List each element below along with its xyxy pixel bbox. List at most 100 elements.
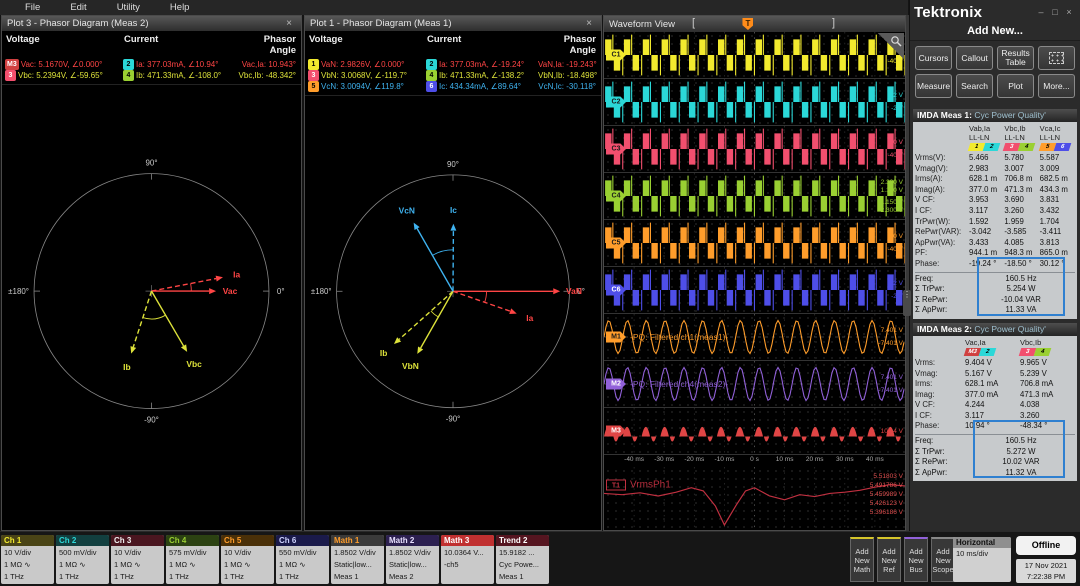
channel-card-ch2[interactable]: Ch 2 500 mV/div 1 MΩ ∿ 1 THz [56,535,109,584]
waveform-row-c2: C2 2 V -2 V [604,79,905,126]
scale-label: -1.150 V [878,199,903,206]
minimize-icon[interactable]: – [1034,7,1048,17]
add-new-ref-button[interactable]: Add New Ref [877,537,901,582]
channel-card-ch6[interactable]: Ch 6 550 mV/div 1 MΩ ∿ 1 THz [276,535,329,584]
meas-row: Imag: 377.0 mA 471.3 mA [915,390,1075,401]
channel-card-ch3[interactable]: Ch 3 10 V/div 1 MΩ ∿ 1 THz [111,535,164,584]
meas-row: V CF: 3.953 3.690 3.831 [915,195,1075,206]
meas-column-header: Vca,Ic LL-LN 5 6 [1038,124,1075,153]
meas1-header[interactable]: IMDA Meas 1: Cyc Power Quality' [913,109,1077,122]
source-badge: 2 [123,59,134,70]
callout-button[interactable]: Callout [956,46,994,70]
trigger-marker-icon[interactable]: T [742,18,754,30]
meas-row-label: Vmag(V): [915,163,948,173]
splitter-handle[interactable]: ⋮ [903,290,911,316]
imda-meas1-card: IMDA Meas 1: Cyc Power Quality' Vab,Ia LL-… [913,109,1077,319]
meas-value: 471.3 mA [1020,389,1054,399]
plot3-phasor-panel: Plot 3 - Phasor Diagram (Meas 2) × Voltage… [1,15,302,531]
trend-scale-label: 5.426123 V [869,500,903,507]
svg-text:Ia: Ia [526,313,533,323]
meas-value: 5.466 [969,153,989,162]
channel-card-ch5[interactable]: Ch 5 10 V/div 1 MΩ ∿ 1 THz [221,535,274,584]
scale-label: -2.300 V [878,207,903,214]
waveform-trace-c6 [605,267,905,313]
meas2-header[interactable]: IMDA Meas 2: Cyc Power Quality' [913,322,1077,336]
add-new-math-button[interactable]: Add New Math [850,537,874,582]
channel-card-math2[interactable]: Math 2 1.8502 V/div Static|low... Meas 2 [386,535,439,584]
plot1-titlebar: Plot 1 - Phasor Diagram (Meas 1) × [305,16,601,31]
meas2-title-bold: IMDA Meas 2: [917,323,972,334]
trend-scale-label: 5.51803 V [873,473,903,480]
channel-card-trend2[interactable]: Trend 2 15.9182 ... Cyc Powe... Meas 1 [496,535,549,584]
channel-card-body: 1.8502 V/div Static|low... Meas 2 [386,546,439,584]
summary-value: 11.33 VA [1005,305,1037,315]
legend-header: Voltage [6,34,40,45]
cursors-button[interactable]: Cursors [915,46,953,70]
horizontal-scale: 10 ms/div [956,549,989,558]
horizontal-card[interactable]: Horizontal 10 ms/div [953,537,1011,582]
channel-setting: Meas 1 [499,572,524,581]
close-icon[interactable]: × [1062,7,1076,17]
add-button-line: Math [853,564,871,574]
scale-label: -20 V [887,139,903,146]
time-axis: -40 ms -30 ms -20 ms -10 ms 0 s 10 ms 20 ms 30 … [604,455,905,467]
legend-value: Ib: 471.33mA, ∠-108.0° [136,71,222,80]
meas-value: 4.244 [965,400,985,410]
zoom-bracket-left[interactable]: [ [692,17,695,29]
scale-label: -7.401 V [878,387,903,394]
menu-item-utility[interactable]: Utility [102,2,155,13]
more--button[interactable]: More... [1038,74,1075,98]
menu-item-help[interactable]: Help [155,2,205,13]
source-badge-pair: 34 [1018,347,1075,356]
channel-card-math3[interactable]: Math 3 10.0364 V... -ch5 [441,535,494,584]
meas-value: 3.690 [1004,195,1024,205]
zoom-overlay-icon[interactable] [878,33,904,59]
plot-button[interactable]: Plot [997,74,1035,98]
results-table-icon-button[interactable] [1038,46,1075,70]
scale-label: 7.401 V [880,374,903,381]
measure-button[interactable]: Measure [915,74,953,98]
meas-row: Phase: 10.94 ° -48.34 ° [915,421,1075,432]
add-new-label: Add New... [910,24,1080,41]
zoom-bracket-right[interactable]: ] [832,17,835,29]
channel-card-ch4[interactable]: Ch 4 575 mV/div 1 MΩ ∿ 1 THz [166,535,219,584]
source-badge: 4 [123,70,134,81]
source-badge: 4 [1033,347,1052,356]
channel-card-body: 10 V/div 1 MΩ ∿ 1 THz [111,546,164,584]
trend-badge-t1[interactable]: T1 [606,479,626,491]
channel-setting: 1 THz [59,572,79,581]
plot1-phasor: 90° -90° 0° ±180° VaN Ia VbN Ib VcN Ic [305,92,601,530]
plot1-close-icon[interactable]: × [582,18,596,29]
meas-value: 3.831 [1039,195,1060,205]
menu-item-file[interactable]: File [10,2,55,13]
meas-value: 3.813 [1039,237,1060,247]
add-new-scope-button[interactable]: Add New Scope [931,537,955,582]
offline-button[interactable]: Offline [1016,536,1076,555]
waveform-row-c5: C5 -20 V -40 V [604,220,905,267]
plot3-phasor: 90° -90° 0° ±180° Vac Ia Vbc Ib [2,92,301,530]
source-badge-pair: 34 [1003,143,1039,151]
plot3-close-icon[interactable]: × [282,18,296,29]
add-button-line: Add [855,546,869,556]
channel-card-math1[interactable]: Math 1 1.8502 V/div Static|low... Meas 1 [331,535,384,584]
source-badge: 1 [308,59,319,70]
meas2-body: Vac,Ia M3 2 Vbc,Ib 3 4 Vrms: 9.404 V 9.965 V Vmag… [913,335,1077,482]
meas-row-label: V CF: [915,400,935,410]
waveform-trace-c1 [605,32,905,78]
summary-value: 11.32 VA [1005,467,1037,477]
meas-row-label: I CF: [915,410,932,420]
legend-value: Vbc: 5.2394V, ∠-59.65° [18,71,103,80]
channel-card-ch1[interactable]: Ch 1 10 V/div 1 MΩ ∿ 1 THz [1,535,54,584]
pair-name: Vac,Ia [965,337,986,347]
channel-card-header: Ch 1 [1,535,54,546]
meas-value: 3.260 [1004,205,1024,215]
search-button[interactable]: Search [956,74,994,98]
trend-scale-label: 5.491786 V [869,482,903,489]
restore-icon[interactable]: □ [1048,7,1062,17]
add-new-bus-button[interactable]: Add New Bus [904,537,928,582]
time-tick-label: 30 ms [835,456,854,463]
summary-label: Σ TrPwr: [915,446,945,456]
results-table-button[interactable]: Results Table [997,46,1035,70]
meas-row-label: Vrms: [915,357,936,367]
menu-item-edit[interactable]: Edit [55,2,101,13]
